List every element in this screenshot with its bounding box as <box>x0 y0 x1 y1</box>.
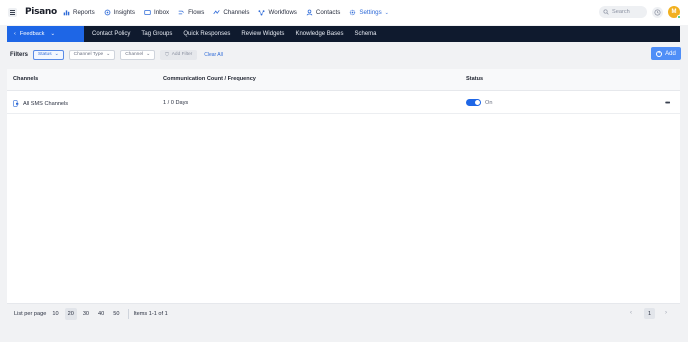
nav-item-workflows[interactable]: Workflows <box>258 9 297 16</box>
contacts-icon <box>306 9 313 16</box>
channels-icon <box>213 10 220 15</box>
nav-item-flows[interactable]: Flows <box>178 9 204 16</box>
top-navbar: Pisano Reports Insights Inbox Flows Chan… <box>0 0 688 25</box>
sms-channel-icon <box>13 100 19 107</box>
column-header-frequency: Communication Count / Frequency <box>163 76 256 82</box>
nav-label: Contacts <box>315 9 341 16</box>
page-size-20[interactable]: 20 <box>64 307 77 320</box>
bar-chart-icon <box>63 10 70 16</box>
search-input[interactable]: Search <box>599 6 647 18</box>
pagination-bar: List per page 10 20 30 40 50 Items 1-1 o… <box>7 303 680 323</box>
online-status-dot <box>677 15 681 19</box>
page-size-10[interactable]: 10 <box>49 308 61 320</box>
avatar[interactable]: M <box>668 6 681 19</box>
channel-filter[interactable]: Channel ⌄ <box>120 49 156 60</box>
tab-quick-responses[interactable]: Quick Responses <box>183 31 230 37</box>
nav-label: Flows <box>188 9 205 16</box>
status-toggle[interactable] <box>466 99 481 106</box>
subnav-tabs: Contact Policy Tag Groups Quick Response… <box>92 31 377 37</box>
chevron-left-icon: ‹ <box>14 31 16 37</box>
nav-label: Reports <box>73 9 95 16</box>
search-placeholder: Search <box>612 9 630 15</box>
add-button-label: Add <box>665 50 676 57</box>
chevron-down-icon: ⌄ <box>50 31 56 37</box>
clear-all-link[interactable]: Clear All <box>204 52 223 58</box>
chevron-down-icon: ⌄ <box>106 52 111 57</box>
channels-table: Channels Communication Count / Frequency… <box>7 69 680 323</box>
nav-item-inbox[interactable]: Inbox <box>144 9 169 16</box>
frequency-cell: 1 / 0 Days <box>163 100 188 106</box>
section-label: Feedback <box>19 31 45 37</box>
flows-icon <box>178 10 185 15</box>
insights-icon <box>104 9 111 16</box>
channel-type-filter[interactable]: Channel Type ⌄ <box>68 49 116 60</box>
tab-schema[interactable]: Schema <box>354 31 376 37</box>
main-nav: Reports Insights Inbox Flows Channels Wo… <box>63 0 389 25</box>
items-count: Items 1-1 of 1 <box>133 310 168 317</box>
status-cell: On <box>466 99 492 106</box>
page-size-50[interactable]: 50 <box>110 308 122 320</box>
nav-label: Settings <box>359 9 382 16</box>
add-button[interactable]: + Add <box>651 47 681 60</box>
nav-label: Inbox <box>154 9 170 16</box>
workflows-icon <box>258 10 265 16</box>
channel-name: All SMS Channels <box>23 100 69 107</box>
search-icon <box>603 9 609 15</box>
nav-item-contacts[interactable]: Contacts <box>306 9 340 16</box>
tab-review-widgets[interactable]: Review Widgets <box>241 31 284 37</box>
plus-icon: + <box>656 50 663 57</box>
frequency-value: 1 / 0 Days <box>163 100 189 106</box>
nav-item-settings[interactable]: Settings ⌄ <box>349 9 389 16</box>
filter-icon: ⛉ <box>165 52 169 58</box>
table-header: Channels Communication Count / Frequency… <box>7 69 680 91</box>
chevron-down-icon: ⌄ <box>146 52 151 57</box>
table-row[interactable]: All SMS Channels 1 / 0 Days On ••• <box>7 92 680 114</box>
avatar-initial: M <box>671 9 677 15</box>
clock-icon <box>654 9 661 16</box>
page-size-30[interactable]: 30 <box>80 308 92 320</box>
nav-label: Workflows <box>268 9 297 16</box>
channel-cell: All SMS Channels <box>13 100 68 107</box>
add-filter-button[interactable]: ⛉ Add Filter <box>160 49 198 60</box>
menu-icon[interactable] <box>8 8 17 17</box>
column-header-status: Status <box>466 76 484 82</box>
settings-subnav: ‹ Feedback ⌄ Contact Policy Tag Groups Q… <box>7 26 680 42</box>
status-filter[interactable]: Status ⌄ <box>33 49 64 60</box>
add-filter-label: Add Filter <box>171 52 193 57</box>
column-header-channels: Channels <box>13 76 39 82</box>
tab-contact-policy[interactable]: Contact Policy <box>92 31 130 37</box>
channel-filter-label: Channel <box>125 52 144 57</box>
chevron-down-icon: ⌄ <box>54 52 59 57</box>
inbox-icon <box>144 10 151 15</box>
status-label: On <box>485 99 493 106</box>
section-dropdown[interactable]: ‹ Feedback ⌄ <box>7 26 84 42</box>
list-per-page-label: List per page <box>14 310 47 317</box>
page-size-40[interactable]: 40 <box>95 308 107 320</box>
brand-logo[interactable]: Pisano <box>25 7 57 17</box>
next-page-icon[interactable]: › <box>665 310 667 316</box>
more-options-icon[interactable]: ••• <box>665 100 670 107</box>
filters-label: Filters <box>10 51 29 58</box>
tab-knowledge-bases[interactable]: Knowledge Bases <box>295 31 343 37</box>
channel-type-filter-label: Channel Type <box>73 52 104 57</box>
nav-label: Channels <box>223 9 250 16</box>
gear-icon <box>350 9 356 16</box>
chevron-down-icon: ⌄ <box>384 9 389 16</box>
divider <box>127 308 129 319</box>
nav-item-reports[interactable]: Reports <box>63 9 95 16</box>
history-button[interactable] <box>652 7 663 18</box>
filters-bar: Filters Status ⌄ Channel Type ⌄ Channel … <box>10 48 680 61</box>
prev-page-icon[interactable]: ‹ <box>630 310 632 316</box>
current-page[interactable]: 1 <box>644 308 655 319</box>
tab-tag-groups[interactable]: Tag Groups <box>141 31 172 37</box>
nav-item-channels[interactable]: Channels <box>213 9 249 16</box>
nav-item-insights[interactable]: Insights <box>104 9 135 16</box>
status-filter-label: Status <box>38 52 52 57</box>
nav-label: Insights <box>113 9 135 16</box>
